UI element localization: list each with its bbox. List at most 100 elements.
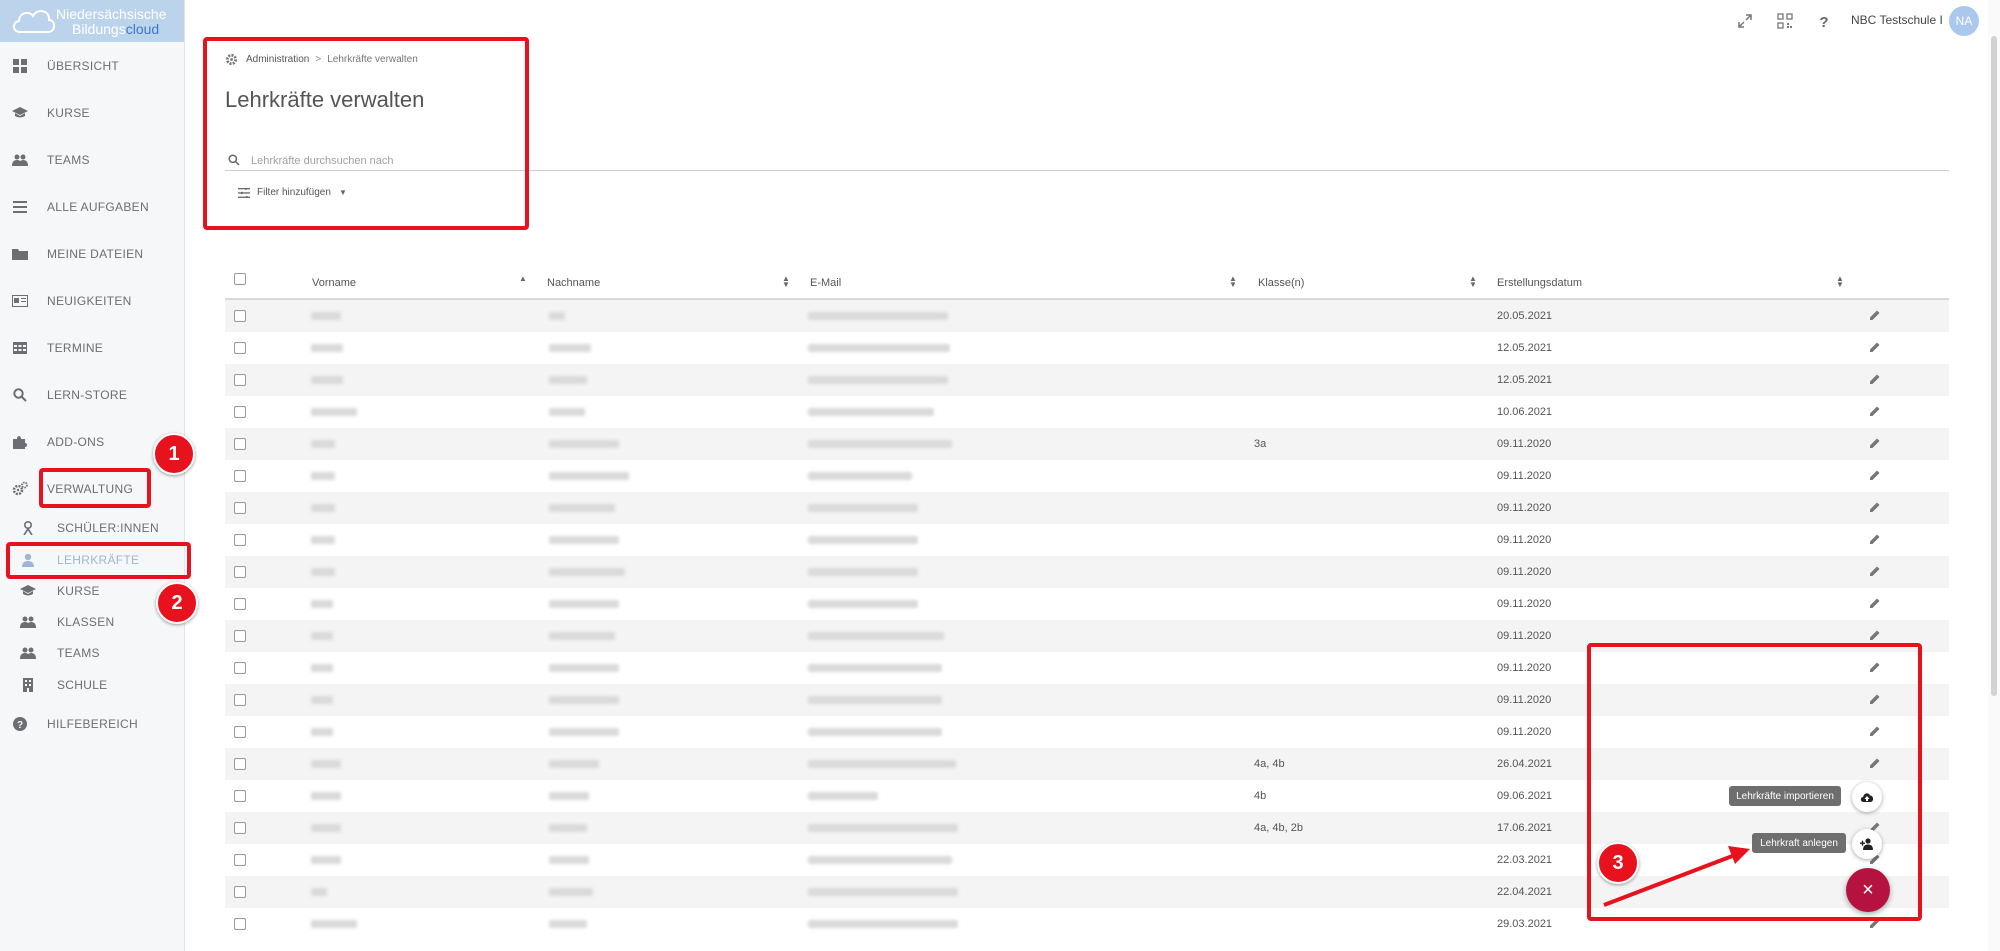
table-row[interactable]: 4a, 4b 26.04.2021	[225, 748, 1949, 780]
edit-pencil-icon[interactable]	[1869, 469, 1881, 481]
table-row[interactable]: 3a 09.11.2020	[225, 428, 1949, 460]
breadcrumb-administration[interactable]: Administration	[246, 54, 309, 65]
edit-pencil-icon[interactable]	[1869, 565, 1881, 577]
avatar[interactable]: NA	[1949, 6, 1979, 36]
table-row[interactable]: 10.06.2021	[225, 396, 1949, 428]
edit-pencil-icon[interactable]	[1869, 597, 1881, 609]
sidebar-item-alle-aufgaben[interactable]: ALLE AUFGABEN	[0, 191, 184, 223]
sort-asc-icon[interactable]: ▲	[519, 275, 527, 290]
row-checkbox[interactable]	[234, 566, 246, 578]
table-row[interactable]: 09.11.2020	[225, 588, 1949, 620]
table-row[interactable]: 4a, 4b, 2b 17.06.2021	[225, 812, 1949, 844]
row-checkbox[interactable]	[234, 886, 246, 898]
sidebar-item-verwaltung[interactable]: VERWALTUNG	[0, 473, 184, 505]
scrollbar[interactable]	[1988, 0, 2000, 951]
sidebar-subitem-teams[interactable]: TEAMS	[0, 639, 184, 667]
sort-icon[interactable]: ▲ ▼	[1229, 275, 1237, 290]
row-checkbox[interactable]	[234, 662, 246, 674]
table-row[interactable]: 22.03.2021	[225, 844, 1949, 876]
sidebar-item-neuigkeiten[interactable]: NEUIGKEITEN	[0, 285, 184, 317]
column-header-email[interactable]: E-Mail	[810, 277, 841, 289]
sidebar-subitem-klassen[interactable]: KLASSEN	[0, 608, 184, 636]
edit-pencil-icon[interactable]	[1869, 405, 1881, 417]
row-checkbox[interactable]	[234, 534, 246, 546]
table-row[interactable]: 29.03.2021	[225, 908, 1949, 940]
search-input[interactable]	[249, 150, 1853, 172]
table-row[interactable]: 09.11.2020	[225, 684, 1949, 716]
school-name[interactable]: NBC Testschule I	[1851, 13, 1943, 27]
sidebar-item-teams[interactable]: TEAMS	[0, 144, 184, 176]
cloud-upload-icon	[1860, 793, 1874, 802]
row-checkbox[interactable]	[234, 438, 246, 450]
row-checkbox[interactable]	[234, 726, 246, 738]
qr-code-icon[interactable]	[1776, 12, 1794, 30]
close-icon: ×	[1862, 878, 1874, 901]
import-teachers-button[interactable]	[1852, 782, 1882, 812]
row-checkbox[interactable]	[234, 694, 246, 706]
row-checkbox[interactable]	[234, 470, 246, 482]
row-checkbox[interactable]	[234, 374, 246, 386]
edit-pencil-icon[interactable]	[1869, 309, 1881, 321]
redacted-first-name	[311, 792, 341, 800]
sidebar-item-hilfebereich[interactable]: ? HILFEBEREICH	[0, 708, 184, 740]
table-row[interactable]: 12.05.2021	[225, 364, 1949, 396]
edit-pencil-icon[interactable]	[1869, 629, 1881, 641]
add-filter-button[interactable]: Filter hinzufügen ▼	[238, 187, 347, 198]
column-header-vorname[interactable]: Vorname	[312, 277, 356, 289]
sort-icon[interactable]: ▲ ▼	[1469, 275, 1477, 290]
sidebar-item-termine[interactable]: TERMINE	[0, 332, 184, 364]
row-checkbox[interactable]	[234, 406, 246, 418]
table-row[interactable]: 20.05.2021	[225, 300, 1949, 332]
row-checkbox[interactable]	[234, 598, 246, 610]
table-row[interactable]: 09.11.2020	[225, 460, 1949, 492]
table-row[interactable]: 09.11.2020	[225, 492, 1949, 524]
edit-pencil-icon[interactable]	[1869, 725, 1881, 737]
sidebar-item-kurse[interactable]: KURSE	[0, 97, 184, 129]
row-checkbox[interactable]	[234, 310, 246, 322]
table-row[interactable]: 09.11.2020	[225, 620, 1949, 652]
sort-icon[interactable]: ▲ ▼	[1836, 275, 1844, 290]
edit-pencil-icon[interactable]	[1869, 373, 1881, 385]
row-checkbox[interactable]	[234, 854, 246, 866]
edit-pencil-icon[interactable]	[1869, 757, 1881, 769]
table-row[interactable]: 09.11.2020	[225, 524, 1949, 556]
sidebar-item-meine-dateien[interactable]: MEINE DATEIEN	[0, 238, 184, 270]
sort-icon[interactable]: ▲ ▼	[782, 275, 790, 290]
column-header-nachname[interactable]: Nachname	[547, 277, 600, 289]
table-row[interactable]: 4b 09.06.2021	[225, 780, 1949, 812]
table-row[interactable]: 22.04.2021	[225, 876, 1949, 908]
column-header-erstellungsdatum[interactable]: Erstellungsdatum	[1497, 277, 1582, 289]
create-teacher-button[interactable]	[1852, 829, 1882, 859]
help-icon[interactable]: ?	[1815, 12, 1833, 30]
fullscreen-icon[interactable]	[1736, 12, 1754, 30]
row-checkbox[interactable]	[234, 342, 246, 354]
sidebar-subitem-schueler[interactable]: SCHÜLER:INNEN	[0, 514, 184, 542]
sidebar-item-uebersicht[interactable]: ÜBERSICHT	[0, 50, 184, 82]
table-row[interactable]: 12.05.2021	[225, 332, 1949, 364]
row-checkbox[interactable]	[234, 758, 246, 770]
row-checkbox[interactable]	[234, 918, 246, 930]
row-checkbox[interactable]	[234, 502, 246, 514]
column-header-klassen[interactable]: Klasse(n)	[1258, 277, 1304, 289]
logo[interactable]: Niedersächsische Bildungscloud	[0, 0, 184, 42]
edit-pencil-icon[interactable]	[1869, 693, 1881, 705]
row-checkbox[interactable]	[234, 790, 246, 802]
sidebar-item-lern-store[interactable]: LERN-STORE	[0, 379, 184, 411]
table-row[interactable]: 09.11.2020	[225, 556, 1949, 588]
edit-pencil-icon[interactable]	[1869, 501, 1881, 513]
edit-pencil-icon[interactable]	[1869, 341, 1881, 353]
scrollbar-thumb[interactable]	[1991, 36, 1997, 696]
edit-pencil-icon[interactable]	[1869, 917, 1881, 929]
table-row[interactable]: 09.11.2020	[225, 652, 1949, 684]
edit-pencil-icon[interactable]	[1869, 437, 1881, 449]
table-row[interactable]: 09.11.2020	[225, 716, 1949, 748]
row-checkbox[interactable]	[234, 630, 246, 642]
row-checkbox[interactable]	[234, 822, 246, 834]
edit-pencil-icon[interactable]	[1869, 661, 1881, 673]
sidebar-subitem-schule[interactable]: SCHULE	[0, 671, 184, 699]
sidebar-subitem-lehrkraefte[interactable]: LEHRKRÄFTE	[0, 546, 184, 574]
select-all-checkbox[interactable]	[234, 273, 246, 285]
fab-close-button[interactable]: ×	[1846, 868, 1890, 912]
cell-erstellungsdatum: 09.11.2020	[1497, 470, 1552, 482]
edit-pencil-icon[interactable]	[1869, 533, 1881, 545]
